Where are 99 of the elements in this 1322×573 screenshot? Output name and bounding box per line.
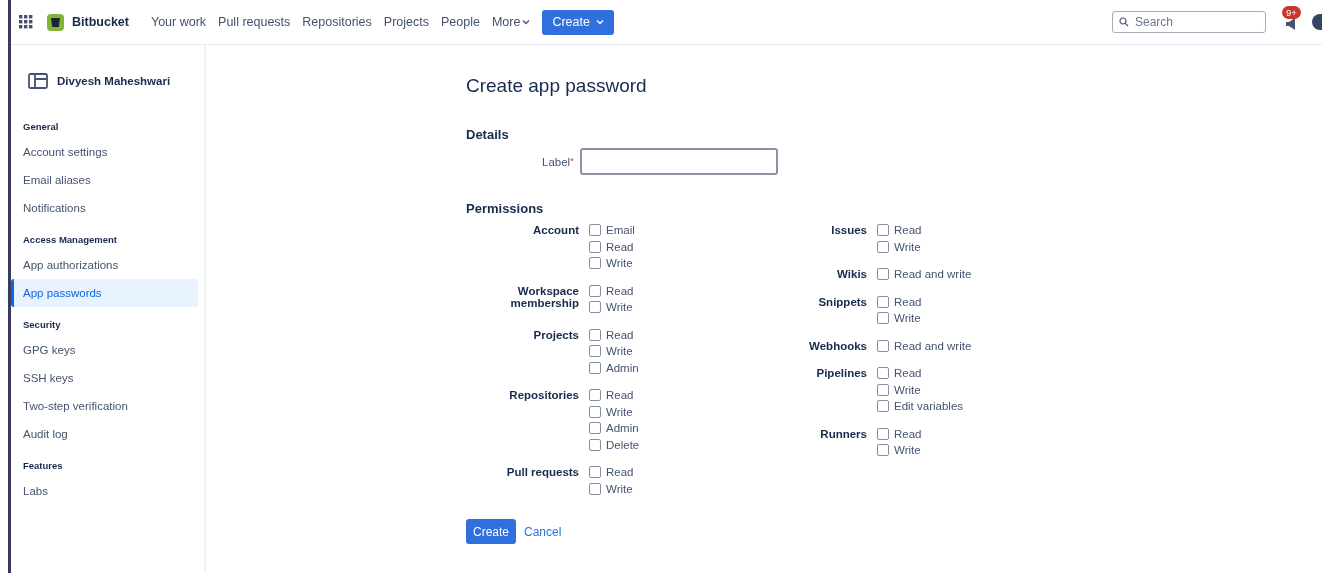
checkbox[interactable] [589,240,601,253]
cancel-link[interactable]: Cancel [524,524,562,539]
checkbox[interactable] [877,295,889,308]
sidebar-item[interactable]: Two-step verification [11,392,198,420]
sidebar-item[interactable]: App authorizations [11,251,198,279]
sidebar-item[interactable]: Notifications [11,194,198,222]
checkbox[interactable] [589,257,601,270]
sidebar-layout-icon [28,73,48,89]
checkbox[interactable] [877,240,889,253]
permission-group-label: Workspace membership [509,283,579,309]
checkbox-label: Edit variables [894,400,964,413]
section-heading: Details [466,127,510,142]
checkbox-label: Read [606,389,634,402]
checkbox[interactable] [877,339,889,352]
sidebar-item[interactable]: GPG keys [11,336,198,364]
checkbox[interactable] [589,301,601,314]
checkbox[interactable] [589,284,601,297]
nav-link[interactable]: People [437,11,484,33]
permission-group-label: Account [532,223,579,236]
permission-group-label: Wikis [836,267,867,280]
checkbox-label: Write [894,312,921,325]
checkbox[interactable] [877,367,889,380]
sidebar-item[interactable]: Labs [11,477,198,505]
checkbox-label: Read [894,224,922,237]
checkbox[interactable] [589,345,601,358]
checkbox[interactable] [589,422,601,435]
checkbox-label: Delete [606,438,640,451]
app-grid-icon[interactable] [19,15,33,29]
checkbox[interactable] [589,482,601,495]
checkbox[interactable] [877,400,889,413]
permission-group-label: Repositories [508,388,579,401]
permission-group-label: Projects [532,327,579,341]
nav-link[interactable]: Your work [146,11,211,33]
checkbox-label: Email [606,224,635,237]
nav-link[interactable]: Repositories [298,11,376,33]
checkbox-label: Read [606,328,634,341]
checkbox-label: Read and write [894,268,972,281]
page-title: Create app password [466,75,648,97]
checkbox[interactable] [877,383,889,396]
checkbox-label: Write [606,482,633,495]
checkbox[interactable] [589,224,601,237]
checkbox-label: Read [894,367,922,380]
checkbox-label: Read [606,240,634,253]
nav-link[interactable]: Projects [379,11,433,33]
section-heading: Security [22,318,62,332]
permission-group-label: Pipelines [815,366,867,379]
chevron-down-icon [595,18,604,26]
sidebar-item[interactable]: Account settings [11,138,198,166]
checkbox-label: Admin [606,361,639,374]
label-input[interactable] [579,148,778,175]
sidebar-item[interactable]: Email aliases [11,166,198,194]
checkbox-label: Read [606,284,634,297]
section-heading: Features [22,459,64,473]
bitbucket-logo[interactable]: Bitbucket [47,13,129,31]
field-label: Label* [542,155,574,168]
checkbox[interactable] [589,405,601,418]
avatar[interactable] [1312,14,1322,30]
checkbox-label: Read [606,466,634,479]
checkbox-label: Read and write [894,339,972,352]
checkbox[interactable] [877,444,889,457]
checkbox-label: Write [606,257,633,270]
permission-group-label: Runners [819,426,867,440]
section-heading: General [22,120,60,134]
sidebar-item[interactable]: SSH keys [11,364,198,392]
checkbox-label: Read [894,295,922,308]
checkbox[interactable] [877,268,889,281]
account-name: Divyesh Maheshwari [57,75,171,87]
checkbox-label: Write [606,345,633,358]
sidebar-item[interactable]: Audit log [11,420,198,448]
search-icon [1119,17,1129,27]
permission-group-label: Snippets [817,294,867,308]
checkbox-label: Write [606,405,633,418]
chevron-down-icon [522,18,531,26]
sidebar-item[interactable]: App passwords [11,279,198,307]
checkbox-label: Write [606,301,633,314]
checkbox[interactable] [589,466,601,479]
permission-group-label: Pull requests [505,465,579,478]
create-button[interactable]: Create [466,519,517,544]
checkbox[interactable] [877,427,889,440]
checkbox-label: Write [894,383,921,396]
checkbox-label: Read [894,427,922,440]
create-button[interactable]: Create [542,9,614,35]
checkbox-label: Admin [606,422,639,435]
section-heading: Permissions [466,201,545,216]
permission-group-label: Webhooks [808,338,867,352]
checkbox[interactable] [589,328,601,341]
checkbox[interactable] [589,361,601,374]
section-heading: Access Management [22,233,118,247]
search-field[interactable]: Search [1112,11,1266,33]
nav-link[interactable]: More [487,11,535,33]
checkbox-label: Write [894,240,921,253]
checkbox[interactable] [877,224,889,237]
checkbox-label: Write [894,444,921,457]
notification-badge: 9+ [1282,6,1301,19]
nav-link[interactable]: Pull requests [214,11,295,33]
checkbox[interactable] [589,438,601,451]
checkbox[interactable] [877,312,889,325]
permission-group-label: Issues [830,223,867,236]
checkbox[interactable] [589,389,601,402]
